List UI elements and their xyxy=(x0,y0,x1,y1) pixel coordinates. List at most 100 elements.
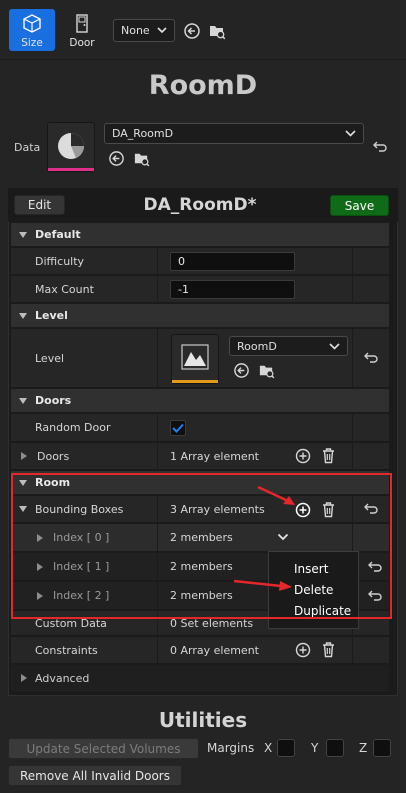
reset-icon[interactable] xyxy=(364,503,378,515)
chevron-down-icon xyxy=(345,130,356,137)
array-index-label: Index [ 2 ] xyxy=(53,589,110,602)
array-element-members: 2 members xyxy=(170,589,233,602)
collapse-arrow-icon xyxy=(19,479,27,486)
expand-arrow-icon[interactable] xyxy=(37,591,43,600)
array-element-members: 2 members xyxy=(170,531,233,544)
difficulty-input[interactable]: 0 xyxy=(170,251,295,271)
add-element-icon[interactable] xyxy=(295,448,311,464)
property-row-difficulty: Difficulty 0 xyxy=(11,248,389,275)
annotation-arrow-icon xyxy=(233,579,292,591)
expand-arrow-icon[interactable] xyxy=(37,533,43,542)
element-menu-chevron-icon[interactable] xyxy=(277,533,289,541)
trash-icon[interactable] xyxy=(321,447,336,464)
bounding-boxes-array-count: 3 Array elements xyxy=(170,502,265,516)
checkmark-icon xyxy=(172,423,184,433)
browse-folder-icon[interactable] xyxy=(258,362,275,379)
expand-arrow-icon[interactable] xyxy=(21,452,27,460)
level-asset-name: RoomD xyxy=(237,339,277,353)
filter-dropdown[interactable]: None xyxy=(113,19,175,42)
reset-icon[interactable] xyxy=(368,561,382,573)
collapse-arrow-icon xyxy=(19,231,27,238)
menu-item-insert[interactable]: Insert xyxy=(269,558,358,579)
chevron-down-icon xyxy=(157,27,167,34)
category-label: Room xyxy=(35,476,71,489)
property-row-random-door: Random Door xyxy=(11,414,389,442)
property-label: Random Door xyxy=(11,414,158,441)
margin-z-label: Z xyxy=(359,741,368,755)
category-label: Advanced xyxy=(35,671,90,685)
category-label: Default xyxy=(35,228,81,241)
browse-folder-icon[interactable] xyxy=(208,22,226,40)
reset-icon[interactable] xyxy=(368,590,382,602)
margin-y-label: Y xyxy=(311,741,319,755)
margins-label: Margins xyxy=(207,741,255,755)
utilities-title: Utilities xyxy=(158,708,248,732)
collapse-arrow-icon xyxy=(19,397,27,404)
data-label: Data xyxy=(14,141,41,154)
category-default[interactable]: Default xyxy=(11,223,389,247)
size-tool-label: Size xyxy=(21,37,43,49)
margin-y-input[interactable] xyxy=(326,739,344,757)
expand-arrow-icon[interactable] xyxy=(37,562,43,571)
property-label: Constraints xyxy=(11,637,158,663)
category-label: Doors xyxy=(35,394,72,407)
save-button[interactable]: Save xyxy=(330,195,389,216)
menu-item-duplicate[interactable]: Duplicate xyxy=(269,600,358,621)
door-tool-label: Door xyxy=(69,37,95,49)
browse-folder-icon[interactable] xyxy=(133,150,150,167)
data-asset-thumbnail[interactable] xyxy=(47,122,95,172)
data-asset-picker[interactable]: DA_RoomD xyxy=(104,123,364,144)
margin-x-input[interactable] xyxy=(277,739,295,757)
category-label: Level xyxy=(35,309,68,322)
array-index-label: Index [ 0 ] xyxy=(53,531,110,544)
category-level[interactable]: Level xyxy=(11,304,389,328)
remove-invalid-doors-button[interactable]: Remove All Invalid Doors xyxy=(8,765,182,786)
use-selected-icon[interactable] xyxy=(183,22,201,40)
property-label: Bounding Boxes xyxy=(35,502,124,516)
category-doors[interactable]: Doors xyxy=(11,389,389,413)
level-asset-picker[interactable]: RoomD xyxy=(229,336,348,356)
data-asset-name: DA_RoomD xyxy=(112,127,174,140)
collapse-arrow-icon xyxy=(19,312,27,319)
reset-icon[interactable] xyxy=(373,141,387,153)
array-element-members: 2 members xyxy=(170,560,233,573)
cube-icon xyxy=(23,14,41,33)
add-element-icon[interactable] xyxy=(295,642,311,658)
trash-icon[interactable] xyxy=(321,641,336,658)
door-tool-button[interactable]: Door xyxy=(59,9,105,51)
property-label: Doors xyxy=(37,449,70,463)
custom-data-set-count: 0 Set elements xyxy=(170,616,254,630)
level-map-icon xyxy=(181,344,209,370)
array-element-row: Index [ 0 ] 2 members xyxy=(11,524,389,552)
reset-icon[interactable] xyxy=(364,352,378,364)
margin-x-label: X xyxy=(264,741,273,755)
annotation-arrow-icon xyxy=(257,485,295,505)
use-selected-icon[interactable] xyxy=(233,362,250,379)
expand-arrow-icon xyxy=(21,674,27,682)
door-icon xyxy=(76,14,88,33)
array-index-label: Index [ 1 ] xyxy=(53,560,110,573)
property-row-max-count: Max Count -1 xyxy=(11,276,389,303)
random-door-checkbox[interactable] xyxy=(170,419,186,436)
property-label: Difficulty xyxy=(11,248,158,274)
asset-title: DA_RoomD* xyxy=(143,195,257,215)
max-count-input[interactable]: -1 xyxy=(170,279,295,299)
property-label: Level xyxy=(11,329,158,387)
edit-button[interactable]: Edit xyxy=(14,195,65,215)
category-advanced[interactable]: Advanced xyxy=(11,665,389,691)
data-asset-icon xyxy=(58,133,84,159)
collapse-arrow-icon[interactable] xyxy=(19,506,27,512)
margin-z-input[interactable] xyxy=(373,739,391,757)
category-room[interactable]: Room xyxy=(11,471,389,495)
trash-icon[interactable] xyxy=(321,501,336,518)
property-label: Custom Data xyxy=(11,611,158,635)
chevron-down-icon xyxy=(329,342,340,350)
constraints-array-count: 0 Array element xyxy=(170,643,259,657)
page-title: RoomD xyxy=(148,70,258,101)
level-asset-thumbnail[interactable] xyxy=(171,334,219,384)
filter-dropdown-value: None xyxy=(121,24,150,37)
use-selected-icon[interactable] xyxy=(108,150,125,167)
property-label: Max Count xyxy=(11,276,158,302)
size-tool-button[interactable]: Size xyxy=(9,9,55,51)
update-selected-volumes-button[interactable]: Update Selected Volumes xyxy=(8,738,199,759)
